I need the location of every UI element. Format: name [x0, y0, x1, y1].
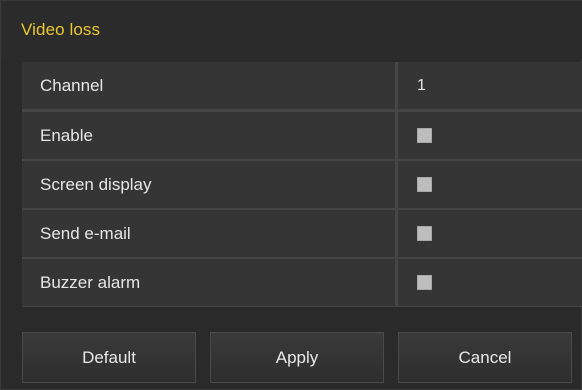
buzzer-alarm-label-cell: Buzzer alarm [22, 259, 395, 306]
video-loss-dialog: Video loss Channel 1 Enable Screen displ… [0, 0, 582, 390]
enable-label: Enable [40, 126, 93, 145]
title-bar: Video loss [1, 1, 582, 59]
send-email-checkbox[interactable] [417, 226, 432, 241]
cancel-button[interactable]: Cancel [398, 332, 572, 383]
settings-row-screen-display: Screen display [22, 161, 582, 208]
default-button[interactable]: Default [22, 332, 196, 383]
send-email-label-cell: Send e-mail [22, 210, 395, 257]
screen-display-checkbox[interactable] [417, 177, 432, 192]
channel-value-cell[interactable]: 1 [398, 62, 582, 109]
settings-row-channel: Channel 1 [22, 62, 582, 109]
settings-row-enable: Enable [22, 112, 582, 159]
enable-value-cell [398, 112, 582, 159]
buzzer-alarm-checkbox[interactable] [417, 275, 432, 290]
enable-checkbox[interactable] [417, 128, 432, 143]
screen-display-label-cell: Screen display [22, 161, 395, 208]
dialog-title: Video loss [21, 20, 101, 39]
channel-label: Channel [40, 76, 104, 95]
screen-display-value-cell [398, 161, 582, 208]
send-email-value-cell [398, 210, 582, 257]
apply-button[interactable]: Apply [210, 332, 384, 383]
buzzer-alarm-value-cell [398, 259, 582, 306]
channel-label-cell: Channel [22, 62, 395, 109]
settings-row-send-email: Send e-mail [22, 210, 582, 257]
channel-value[interactable]: 1 [417, 77, 426, 95]
send-email-label: Send e-mail [40, 224, 131, 243]
enable-label-cell: Enable [22, 112, 395, 159]
screen-display-label: Screen display [40, 175, 152, 194]
settings-row-buzzer-alarm: Buzzer alarm [22, 259, 582, 306]
buzzer-alarm-label: Buzzer alarm [40, 273, 141, 292]
settings-table: Channel 1 Enable Screen display Send e-m… [22, 62, 582, 307]
